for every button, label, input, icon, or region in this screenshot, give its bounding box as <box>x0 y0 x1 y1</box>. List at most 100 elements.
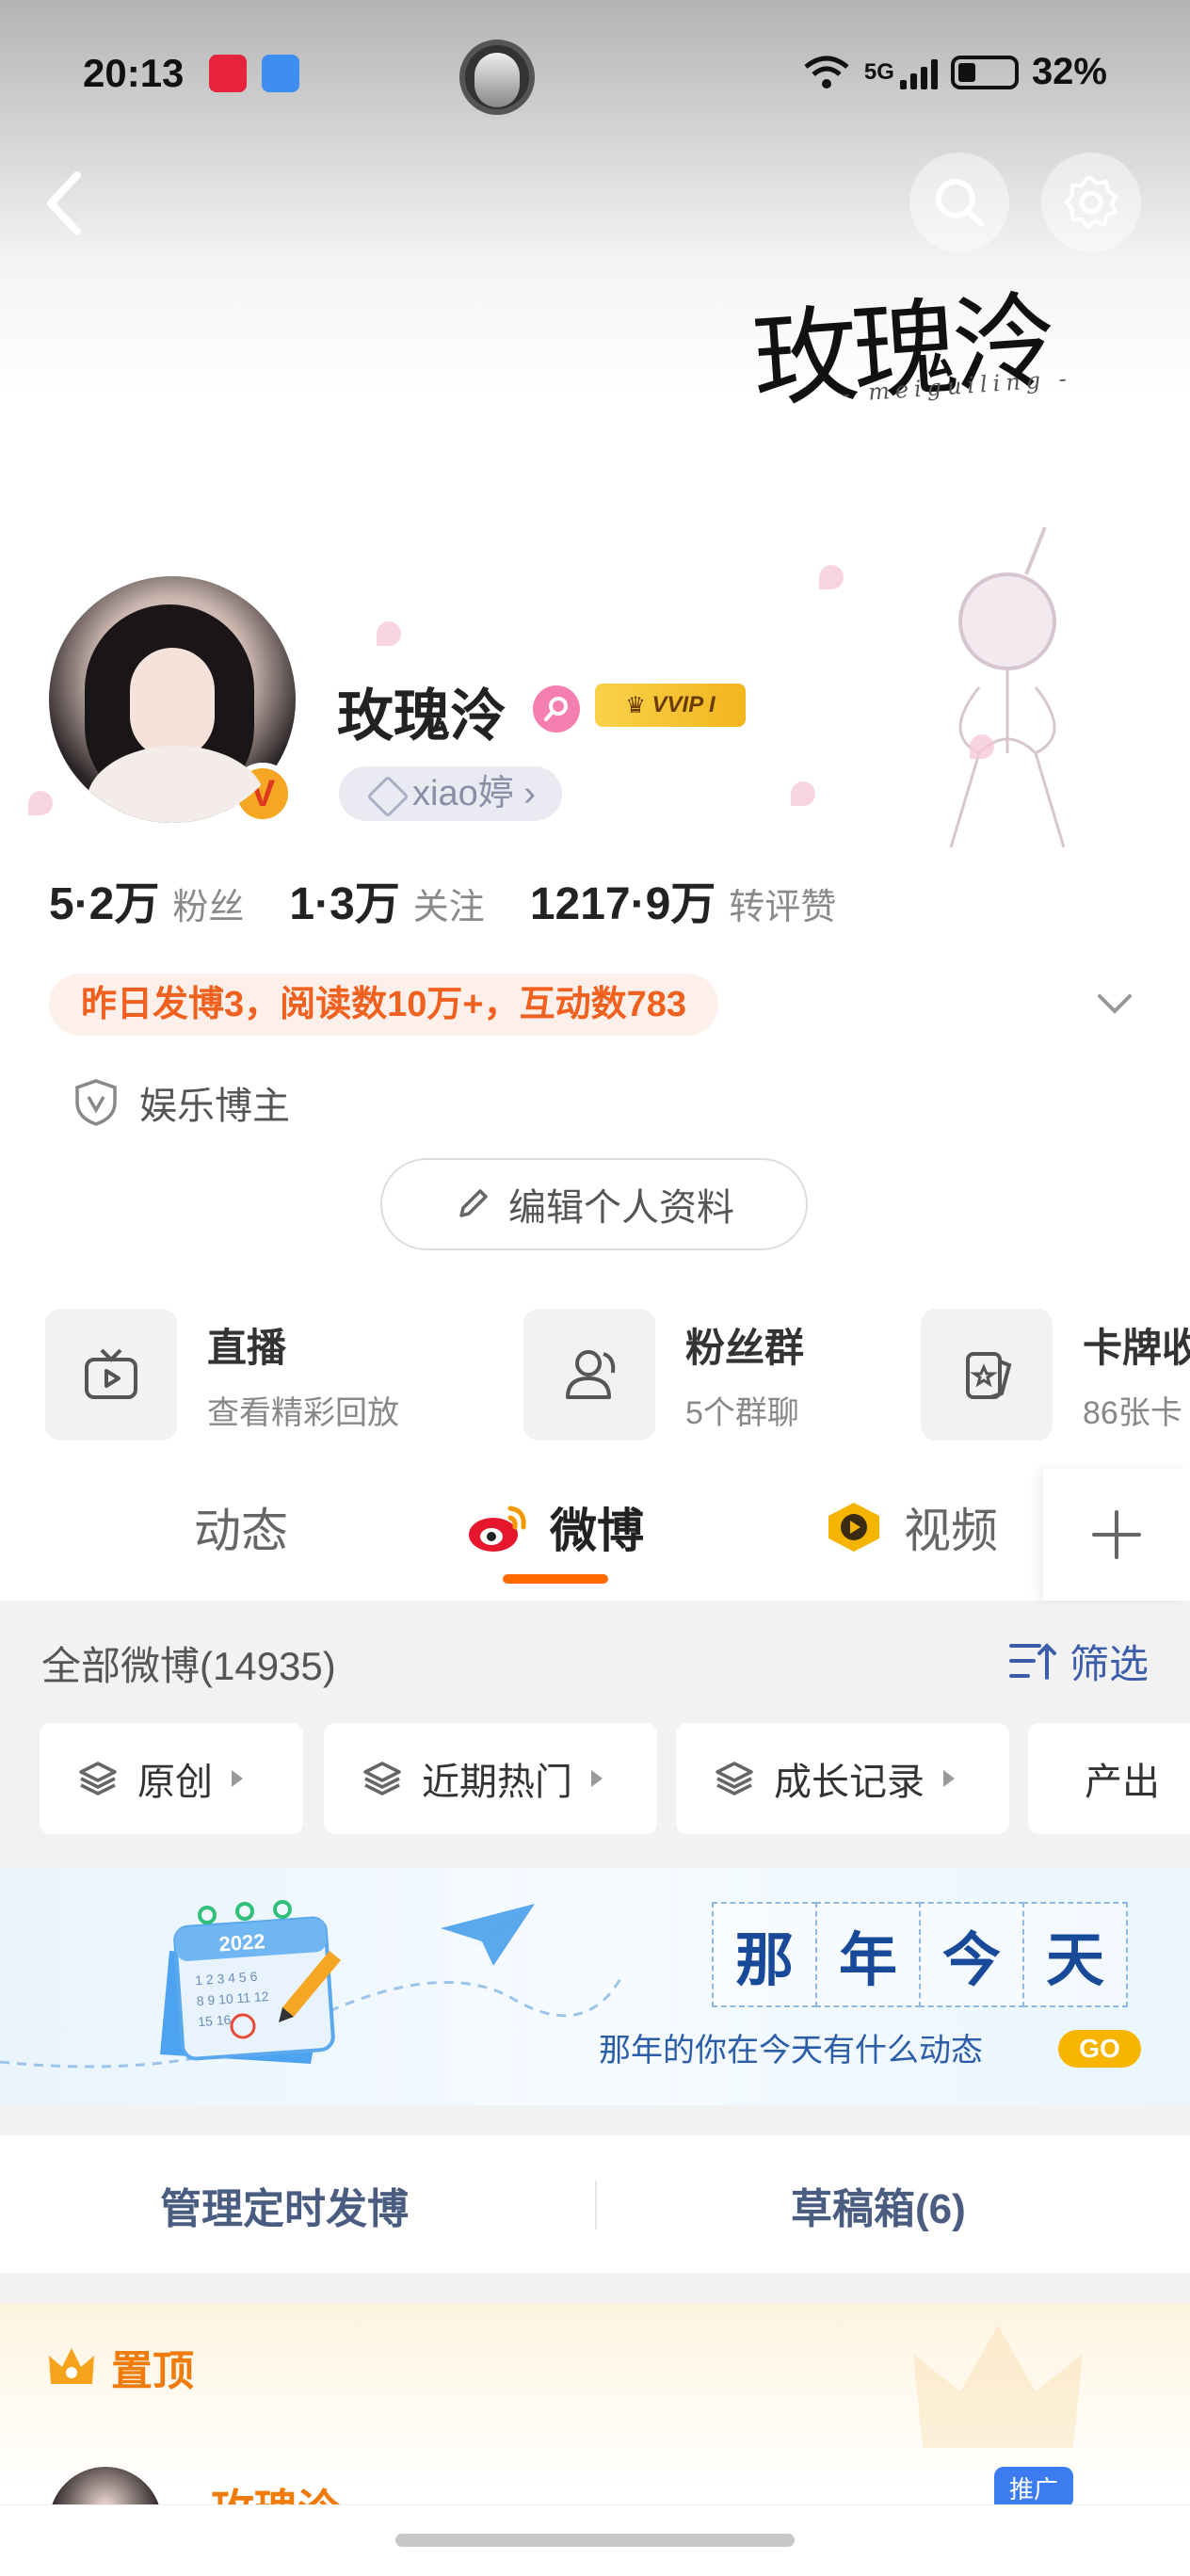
card-title: 卡牌收 <box>1083 1326 1190 1370</box>
tab-dynamics[interactable]: 动态 <box>194 1493 288 1561</box>
story-avatar[interactable] <box>459 40 535 115</box>
vip-label: VVIP I <box>651 692 716 717</box>
daily-summary[interactable]: 昨日发博3，阅读数10万+，互动数783 <box>49 974 718 1036</box>
tab-label: 微博 <box>550 1505 644 1557</box>
divider <box>595 2181 597 2230</box>
tv-icon <box>85 1348 137 1399</box>
petal-decoration <box>28 791 53 815</box>
chip-label: 产出 <box>1085 1762 1160 1803</box>
pinned-label: 置顶 <box>45 2337 194 2397</box>
card-live[interactable]: 直播 查看精彩回放 <box>45 1309 399 1441</box>
edit-profile-label: 编辑个人资料 <box>508 1187 734 1229</box>
female-icon <box>533 685 580 733</box>
pinned-label-text: 置顶 <box>111 2348 194 2394</box>
settings-button[interactable] <box>1041 153 1141 252</box>
stat-value: 5·2万 <box>49 879 160 929</box>
tab-weibo[interactable]: 微博 <box>465 1493 644 1561</box>
shield-icon <box>75 1079 117 1126</box>
memories-title-char: 年 <box>815 1902 921 2007</box>
calendar-icon: 2022 1 2 3 4 5 68 9 10 11 1215 16 <box>160 1900 341 2064</box>
profile-stats: 5·2万 粉丝 1·3万 关注 1217·9万 转评赞 <box>49 866 836 932</box>
role-tag[interactable]: 娱乐博主 <box>73 1075 290 1130</box>
filter-icon <box>1009 1642 1056 1680</box>
stat-value: 1·3万 <box>289 879 400 929</box>
memories-go-button[interactable]: GO <box>1058 2030 1141 2068</box>
weibo-logo-icon <box>469 1505 526 1552</box>
stat-label: 关注 <box>412 888 485 927</box>
vip-badge[interactable]: ♛ VVIP I <box>595 684 746 727</box>
add-tab-button[interactable] <box>1043 1469 1190 1601</box>
card-collection[interactable]: 卡牌收 86张卡 <box>921 1309 1190 1441</box>
signal-icon <box>899 56 938 89</box>
gear-icon <box>1065 176 1118 229</box>
status-bar: 20:13 5G 32% <box>0 0 1190 151</box>
avatar[interactable] <box>49 576 296 823</box>
stat-label: 粉丝 <box>172 888 245 927</box>
weibo-count-header: 全部微博(14935) <box>41 1644 336 1688</box>
layers-icon <box>363 1762 401 1795</box>
app-notification-icon <box>209 55 247 92</box>
home-indicator[interactable] <box>395 2534 795 2547</box>
stat-following[interactable]: 1·3万 关注 <box>289 866 484 932</box>
group-icon <box>566 1350 616 1399</box>
chevron-down-icon[interactable] <box>1096 985 1134 1022</box>
chip-label: 成长记录 <box>774 1762 925 1803</box>
promo-badge[interactable]: 推广 <box>994 2467 1073 2508</box>
filter-button[interactable]: 筛选 <box>1007 1633 1149 1690</box>
filter-label: 筛选 <box>1069 1642 1150 1686</box>
card-subtitle: 查看精彩回放 <box>207 1395 399 1431</box>
chip-growth-record[interactable]: 成长记录 <box>676 1723 1009 1834</box>
card-title: 直播 <box>207 1326 287 1370</box>
status-time: 20:13 <box>83 51 185 95</box>
feature-cards: 直播查看精彩回放 粉丝群 5个群聊 卡牌收 86张卡 <box>0 1309 1190 1450</box>
svg-text:15 16: 15 16 <box>198 2012 232 2029</box>
back-icon[interactable] <box>38 166 94 241</box>
wifi-icon <box>804 56 849 89</box>
network-label: 5G <box>863 58 894 85</box>
petal-decoration <box>970 734 994 759</box>
profile-nickname: 玫瑰泠 <box>337 684 507 748</box>
card-fan-groups[interactable]: 粉丝群 5个群聊 <box>523 1309 804 1441</box>
fan-badge[interactable]: xiao婷 › <box>339 766 562 821</box>
chip-output[interactable]: 产出 <box>1028 1723 1190 1834</box>
pencil-icon <box>459 1189 488 1217</box>
drafts-button[interactable]: 草稿箱(6) <box>791 2175 966 2235</box>
card-subtitle: 5个群聊 <box>685 1395 799 1431</box>
layers-icon <box>716 1762 753 1795</box>
stat-interactions[interactable]: 1217·9万 转评赞 <box>530 866 836 932</box>
memories-title-char: 天 <box>1022 1902 1128 2007</box>
wind-chime-decoration <box>949 526 1066 848</box>
chip-recent-hot[interactable]: 近期热门 <box>324 1723 657 1834</box>
edit-profile-button[interactable]: 编辑个人资料 <box>380 1158 808 1250</box>
manage-bar: 管理定时发博 草稿箱(6) <box>0 2135 1190 2273</box>
layers-icon <box>79 1762 117 1795</box>
weather-icon <box>262 55 299 92</box>
card-icon <box>966 1352 1012 1399</box>
memories-subtitle: 那年的你在今天有什么动态 <box>599 2032 983 2069</box>
search-icon <box>936 179 984 227</box>
chip-original[interactable]: 原创 <box>40 1723 303 1834</box>
crown-icon <box>49 2348 94 2384</box>
plus-icon <box>1092 1510 1141 1559</box>
search-button[interactable] <box>909 153 1009 252</box>
memories-title-char: 那 <box>712 1902 817 2007</box>
paper-plane-icon <box>441 1904 535 1966</box>
tab-label: 视频 <box>904 1505 998 1557</box>
chip-label: 近期热门 <box>422 1762 572 1803</box>
stat-followers[interactable]: 5·2万 粉丝 <box>49 866 244 932</box>
role-tag-label: 娱乐博主 <box>139 1086 290 1127</box>
petal-decoration <box>791 781 815 806</box>
calendar-year: 2022 <box>218 1929 266 1956</box>
home-indicator-bar <box>0 2504 1190 2576</box>
cover-calligraphy: 玫瑰泠 - meiguiling - <box>747 251 1117 464</box>
crown-decoration <box>913 2326 1083 2448</box>
memories-title-char: 今 <box>919 1902 1024 2007</box>
scheduled-posts-button[interactable]: 管理定时发博 <box>160 2175 409 2235</box>
chip-label: 原创 <box>137 1762 213 1803</box>
video-icon <box>828 1503 879 1552</box>
status-right: 5G 32% <box>802 51 1107 93</box>
stat-value: 1217·9万 <box>529 879 716 929</box>
tab-video[interactable]: 视频 <box>823 1493 998 1561</box>
active-tab-indicator <box>503 1574 608 1584</box>
petal-decoration <box>377 621 401 646</box>
